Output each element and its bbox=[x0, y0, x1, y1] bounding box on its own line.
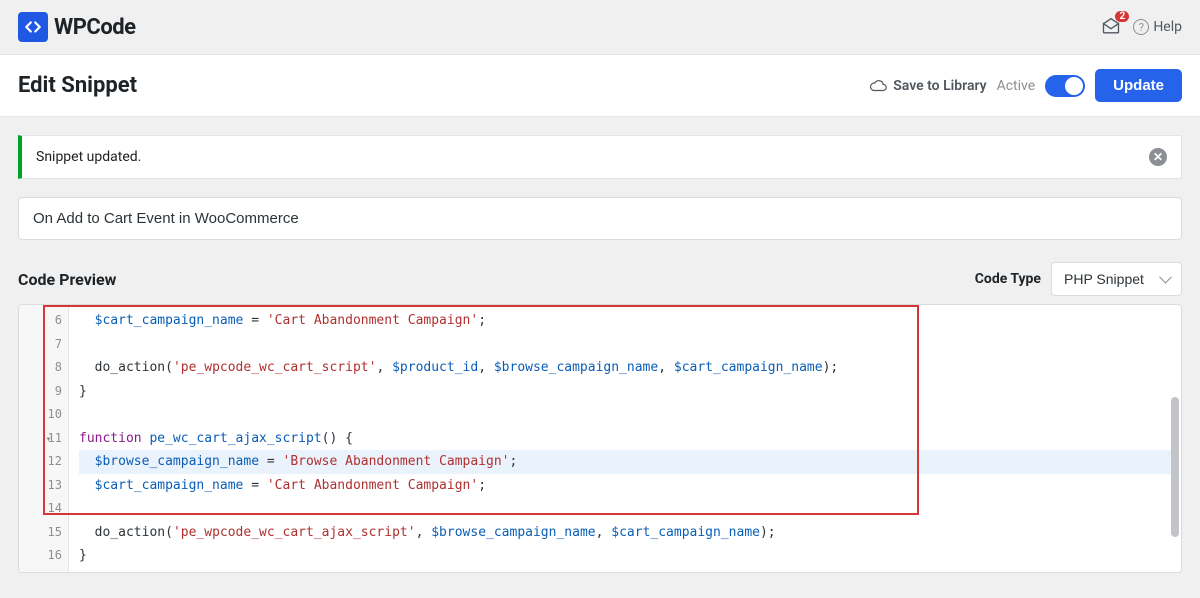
active-toggle[interactable] bbox=[1045, 75, 1085, 97]
line-number-gutter: 678910▾111213141516 bbox=[19, 305, 69, 572]
brand-logo-icon bbox=[18, 12, 48, 42]
brand-name: WPCode bbox=[54, 15, 136, 40]
notifications-badge: 2 bbox=[1115, 11, 1129, 22]
scrollbar-thumb[interactable] bbox=[1171, 397, 1179, 537]
update-button[interactable]: Update bbox=[1095, 69, 1182, 102]
close-icon[interactable]: ✕ bbox=[1149, 148, 1167, 166]
code-editor[interactable]: 678910▾111213141516 $cart_campaign_name … bbox=[18, 304, 1182, 573]
code-preview-label: Code Preview bbox=[18, 270, 116, 289]
brand-logo[interactable]: WPCode bbox=[18, 12, 136, 42]
success-alert: Snippet updated. ✕ bbox=[18, 135, 1182, 179]
page-title: Edit Snippet bbox=[18, 73, 137, 98]
alert-message: Snippet updated. bbox=[36, 149, 141, 165]
save-to-library-button[interactable]: Save to Library bbox=[869, 77, 986, 95]
notifications-button[interactable]: 2 bbox=[1101, 17, 1121, 37]
cloud-icon bbox=[869, 77, 887, 95]
code-type-select[interactable]: PHP Snippet bbox=[1051, 262, 1182, 296]
page-header: Edit Snippet Save to Library Active Upda… bbox=[0, 54, 1200, 117]
active-label: Active bbox=[997, 78, 1036, 94]
help-label: Help bbox=[1153, 19, 1182, 35]
help-icon: ? bbox=[1133, 19, 1149, 35]
help-button[interactable]: ? Help bbox=[1133, 19, 1182, 35]
save-to-library-label: Save to Library bbox=[893, 78, 986, 94]
snippet-title-input[interactable] bbox=[18, 197, 1182, 240]
code-type-dropdown[interactable]: PHP Snippet bbox=[1051, 262, 1182, 296]
top-bar: WPCode 2 ? Help bbox=[0, 0, 1200, 54]
code-content[interactable]: $cart_campaign_name = 'Cart Abandonment … bbox=[69, 305, 1181, 572]
code-type-label: Code Type bbox=[975, 271, 1041, 287]
